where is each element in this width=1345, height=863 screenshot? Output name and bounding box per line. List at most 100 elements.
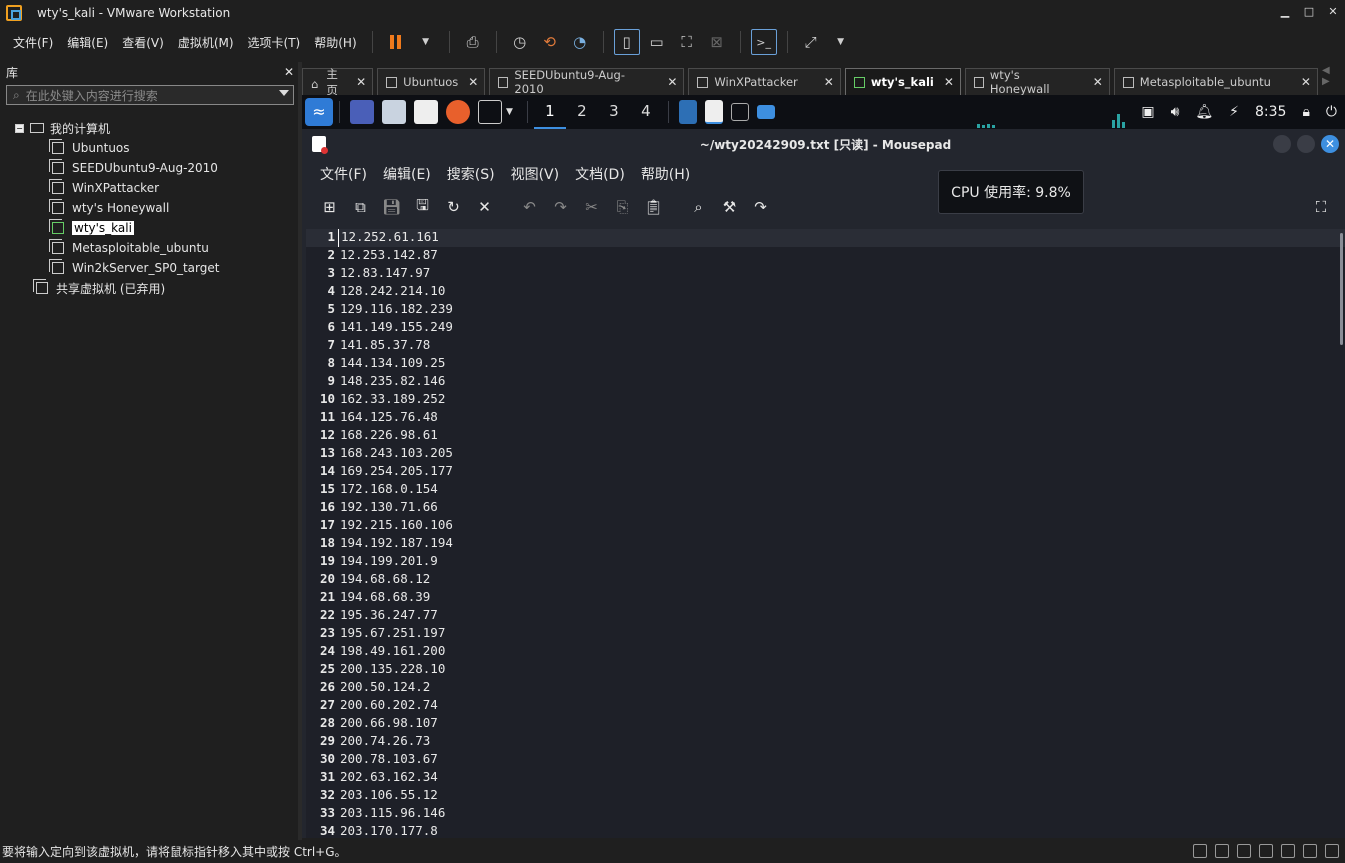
tab-vm[interactable]: SEEDUbuntu9-Aug-2010 ✕ xyxy=(489,68,685,96)
tab-vm[interactable]: wty's Honeywall ✕ xyxy=(964,68,1110,96)
editor-line[interactable]: 5 129.116.182.239 xyxy=(306,301,1345,319)
editor-line[interactable]: 29 200.74.26.73 xyxy=(306,733,1345,751)
editor-line[interactable]: 24 198.49.161.200 xyxy=(306,643,1345,661)
mp-menu-search[interactable]: 搜索(S) xyxy=(439,164,503,184)
tree-item-vm-selected[interactable]: wty's_kali xyxy=(0,218,296,238)
editor-line[interactable]: 34 203.170.177.8 xyxy=(306,823,1345,838)
snapshot-manager-icon[interactable]: ◔ xyxy=(567,29,593,55)
mp-menu-edit[interactable]: 编辑(E) xyxy=(375,164,439,184)
editor-scrollbar[interactable] xyxy=(1340,233,1343,345)
tab-close-icon[interactable]: ✕ xyxy=(1073,75,1103,89)
tab-close-icon[interactable]: ✕ xyxy=(458,75,478,89)
tab-vm[interactable]: Metasploitable_ubuntu ✕ xyxy=(1113,68,1318,95)
power-manager-icon[interactable]: ⚡︎ xyxy=(1229,104,1239,120)
close-document-icon[interactable]: ✕ xyxy=(469,198,500,216)
menu-file[interactable]: 文件(F) xyxy=(6,34,60,51)
send-ctrl-alt-del-icon[interactable]: ⎙ xyxy=(460,29,486,55)
editor-line[interactable]: 26 200.50.124.2 xyxy=(306,679,1345,697)
menu-tabs[interactable]: 选项卡(T) xyxy=(241,34,308,51)
undo-icon[interactable]: ↶ xyxy=(514,198,545,216)
tree-root-my-computer[interactable]: − 我的计算机 xyxy=(0,118,296,138)
unity-icon[interactable]: ⊠ xyxy=(704,29,730,55)
full-screen-icon[interactable]: ⛶ xyxy=(674,29,700,55)
library-close-icon[interactable]: ✕ xyxy=(284,65,294,79)
lock-screen-icon[interactable]: 🔒︎ xyxy=(1302,104,1309,120)
maximize-button[interactable]: □ xyxy=(1297,0,1321,26)
tab-close-icon[interactable]: ✕ xyxy=(346,75,366,89)
find-icon[interactable]: ⌕ xyxy=(683,198,714,216)
tab-scroll-arrows[interactable]: ◀ ▶ xyxy=(1322,65,1345,95)
menu-edit[interactable]: 编辑(E) xyxy=(60,34,115,51)
minimize-icon[interactable] xyxy=(1273,135,1291,153)
editor-line[interactable]: 17 192.215.160.106 xyxy=(306,517,1345,535)
mp-menu-file[interactable]: 文件(F) xyxy=(312,164,375,184)
tree-item-vm[interactable]: wty's Honeywall xyxy=(0,198,296,218)
editor-line[interactable]: 15 172.168.0.154 xyxy=(306,481,1345,499)
tree-item-vm[interactable]: Win2kServer_SP0_target xyxy=(0,258,296,278)
go-to-line-icon[interactable]: ↷ xyxy=(745,198,776,216)
editor-line[interactable]: 8 144.134.109.25 xyxy=(306,355,1345,373)
editor-line[interactable]: 11 164.125.76.48 xyxy=(306,409,1345,427)
wireshark-icon[interactable] xyxy=(678,100,697,124)
cdrom-status-icon[interactable] xyxy=(1215,844,1229,858)
tab-close-icon[interactable]: ✕ xyxy=(798,75,834,89)
fullscreen-icon[interactable]: ⛶ xyxy=(1311,198,1331,216)
editor-line[interactable]: 18 194.192.187.194 xyxy=(306,535,1345,553)
tree-item-vm[interactable]: Metasploitable_ubuntu xyxy=(0,238,296,258)
sound-status-icon[interactable] xyxy=(1281,844,1295,858)
editor-line[interactable]: 23 195.67.251.197 xyxy=(306,625,1345,643)
terminal-icon[interactable] xyxy=(478,100,502,124)
tree-item-shared-vms[interactable]: 共享虚拟机 (已弃用) xyxy=(0,278,296,298)
copy-icon[interactable]: ⎘ xyxy=(607,198,638,216)
printer-status-icon[interactable] xyxy=(1303,844,1317,858)
tree-item-vm[interactable]: SEEDUbuntu9-Aug-2010 xyxy=(0,158,296,178)
display-status-icon[interactable] xyxy=(1325,844,1339,858)
workspace-3[interactable]: 3 xyxy=(598,95,630,129)
usb-status-icon[interactable] xyxy=(1259,844,1273,858)
network-icon[interactable]: ▣ xyxy=(1141,104,1154,120)
minimize-button[interactable]: ▁ xyxy=(1273,0,1297,26)
mp-menu-view[interactable]: 视图(V) xyxy=(503,164,568,184)
workspace-1[interactable]: 1 xyxy=(533,95,566,129)
show-desktop-icon[interactable] xyxy=(350,100,374,124)
close-button[interactable]: ✕ xyxy=(1321,0,1345,26)
editor-line[interactable]: 27 200.60.202.74 xyxy=(306,697,1345,715)
editor-line[interactable]: 14 169.254.205.177 xyxy=(306,463,1345,481)
kali-menu-icon[interactable]: ≈ xyxy=(305,98,333,126)
text-editor-area[interactable]: 1 12.252.61.161 2 12.253.142.87 3 12.83.147.9… xyxy=(306,229,1345,838)
editor-line[interactable]: 3 12.83.147.97 xyxy=(306,265,1345,283)
workspace-4[interactable]: 4 xyxy=(630,95,662,129)
editor-line[interactable]: 28 200.66.98.107 xyxy=(306,715,1345,733)
editor-line[interactable]: 7 141.85.37.78 xyxy=(306,337,1345,355)
editor-line[interactable]: 21 194.68.68.39 xyxy=(306,589,1345,607)
new-document-icon[interactable]: ⊞ xyxy=(314,198,345,216)
menu-help[interactable]: 帮助(H) xyxy=(307,34,363,51)
editor-line[interactable]: 31 202.63.162.34 xyxy=(306,769,1345,787)
terminal-dropdown-icon[interactable]: ▼ xyxy=(506,107,513,117)
mousepad-task-icon[interactable] xyxy=(704,100,723,124)
revert-snapshot-icon[interactable]: ⟲ xyxy=(537,29,563,55)
editor-line[interactable]: 30 200.78.103.67 xyxy=(306,751,1345,769)
editor-line[interactable]: 16 192.130.71.66 xyxy=(306,499,1345,517)
thumbnail-bar-icon[interactable]: ▭ xyxy=(644,29,670,55)
logout-icon[interactable]: ⏻ xyxy=(1326,104,1337,120)
editor-line[interactable]: 4 128.242.214.10 xyxy=(306,283,1345,301)
tab-close-icon[interactable]: ✕ xyxy=(934,75,954,89)
editor-line[interactable]: 12 168.226.98.61 xyxy=(306,427,1345,445)
file-manager-icon[interactable] xyxy=(382,100,406,124)
pause-button[interactable] xyxy=(383,29,409,55)
editor-line[interactable]: 2 12.253.142.87 xyxy=(306,247,1345,265)
volume-icon[interactable]: 🔊︎ xyxy=(1171,104,1180,120)
editor-line[interactable]: 25 200.135.228.10 xyxy=(306,661,1345,679)
console-view-icon[interactable]: >_ xyxy=(750,29,777,55)
menu-view[interactable]: 查看(V) xyxy=(115,34,171,51)
cpu-graph[interactable] xyxy=(977,96,1127,128)
save-icon[interactable]: 💾︎ xyxy=(376,198,407,216)
workspace-2[interactable]: 2 xyxy=(566,95,598,129)
home-folder-task-icon[interactable] xyxy=(756,105,775,119)
editor-line[interactable]: 1 12.252.61.161 xyxy=(306,229,1345,247)
save-as-icon[interactable]: 🖫 xyxy=(407,195,438,220)
library-search-input[interactable]: ⌕ 在此处键入内容进行搜索 xyxy=(6,85,294,105)
close-icon[interactable]: ✕ xyxy=(1321,135,1339,153)
editor-line[interactable]: 6 141.149.155.249 xyxy=(306,319,1345,337)
